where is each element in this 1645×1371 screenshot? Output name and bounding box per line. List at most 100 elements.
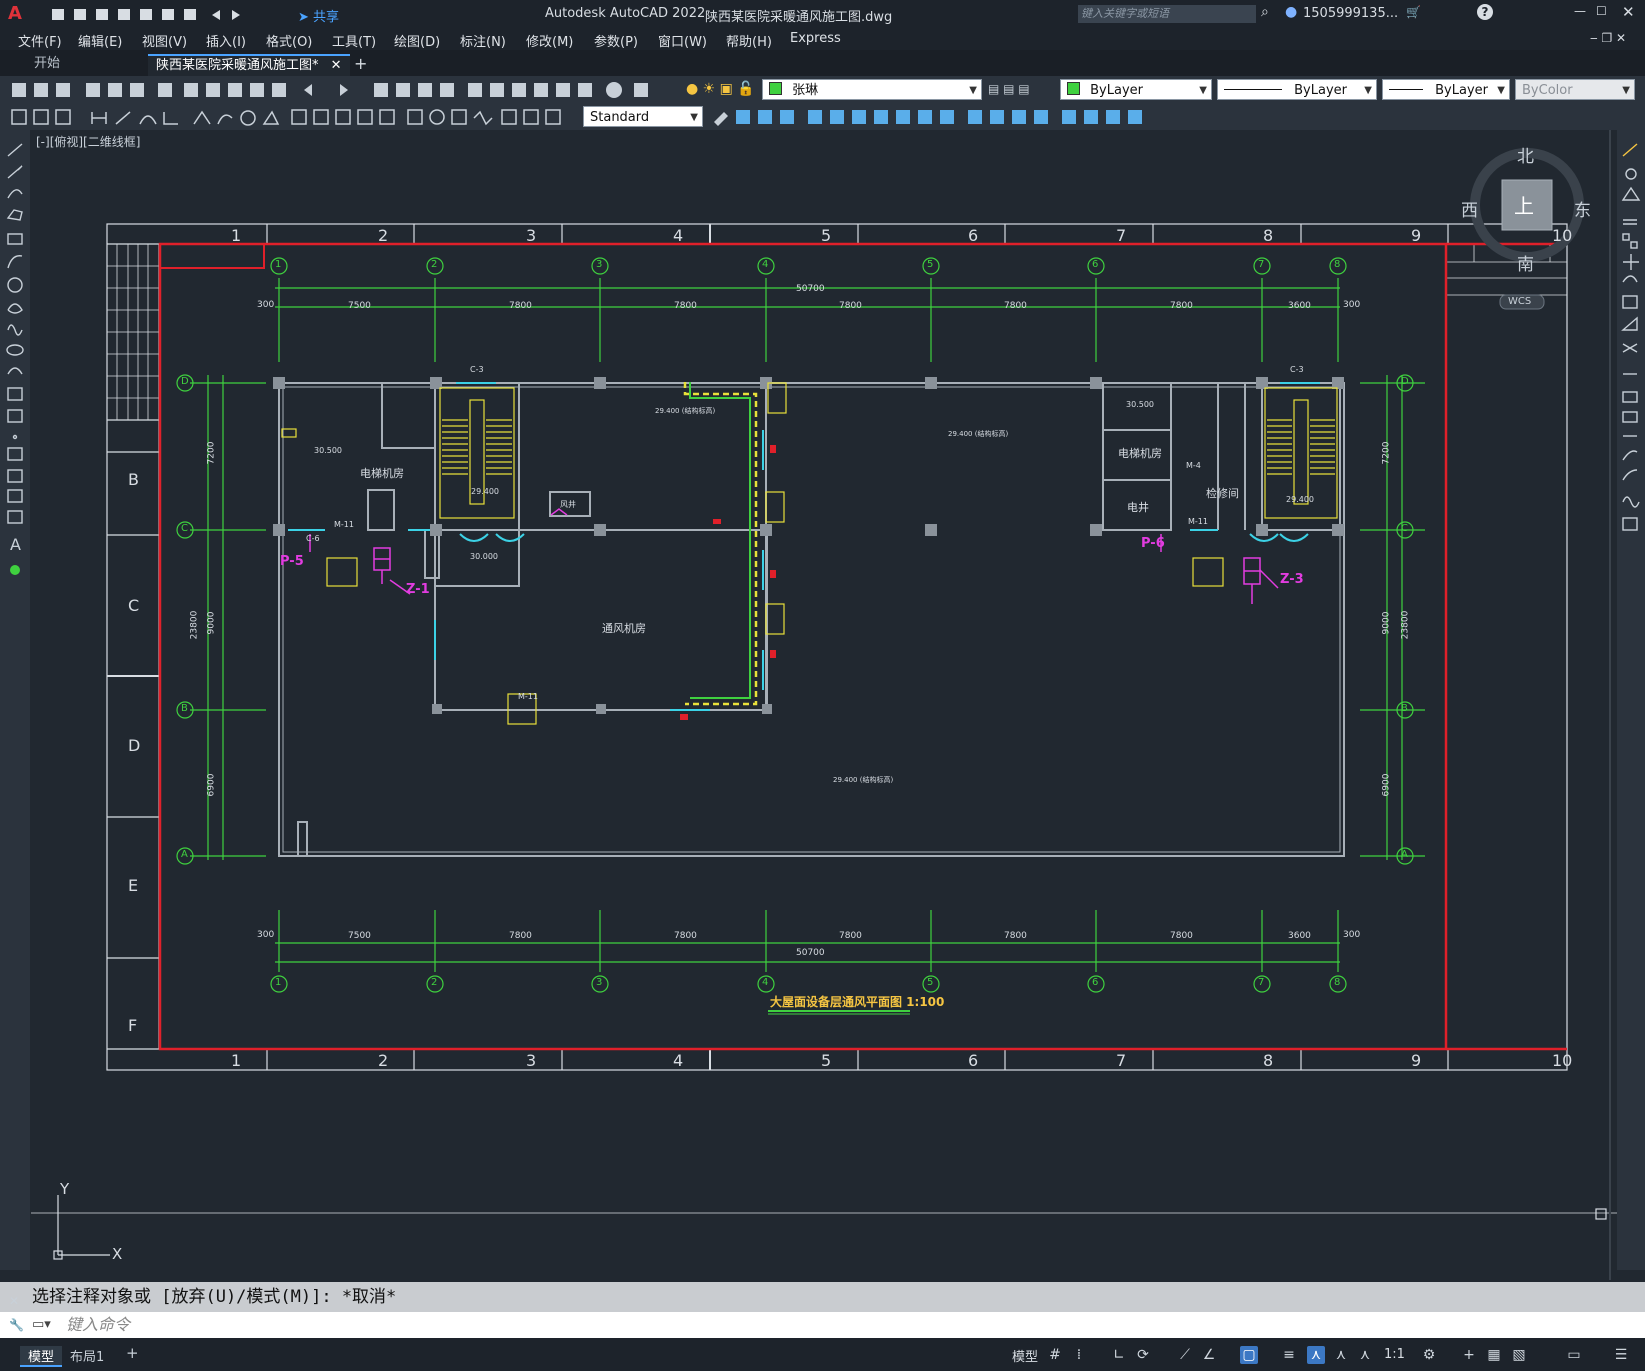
menu-draw[interactable]: 绘图(D) xyxy=(394,31,440,50)
cart-icon[interactable]: 🛒 xyxy=(1406,5,1421,19)
add-icon[interactable]: + xyxy=(1460,1346,1478,1364)
chevron-down-icon: ▼ xyxy=(1497,85,1505,96)
menu-edit[interactable]: 编辑(E) xyxy=(78,31,122,50)
plotstyle-select[interactable]: ByColor ▼ xyxy=(1515,79,1635,100)
dim-total-vertical: 23800 xyxy=(189,610,200,640)
user-name[interactable]: 1505999135... xyxy=(1303,6,1398,21)
close-command-icon[interactable]: ✕ xyxy=(9,1294,19,1308)
annotation-scale-value[interactable]: 1:1 xyxy=(1384,1347,1405,1362)
maximize-button[interactable]: ☐ xyxy=(1596,4,1607,18)
menu-modify[interactable]: 修改(M) xyxy=(526,31,573,50)
grid-icon[interactable]: # xyxy=(1046,1346,1064,1364)
viewcube-south[interactable]: 南 xyxy=(1517,250,1534,275)
snap-icon[interactable]: ⁞ xyxy=(1070,1346,1088,1364)
draw-tool-icons[interactable]: A xyxy=(0,130,30,580)
otrack-icon[interactable]: ▢ xyxy=(1240,1346,1258,1364)
drawing-viewport[interactable]: [-][俯视][二维线框] 1 2 3 4 5 6 7 8 9 10 1 2 3… xyxy=(30,130,1617,1280)
doc-window-controls[interactable]: ‒ ❐ ✕ xyxy=(1590,31,1626,45)
dimstyle-select[interactable]: Standard ▼ xyxy=(583,106,703,127)
room-label: 电梯机房 xyxy=(1118,447,1162,460)
tab-start[interactable]: 开始 xyxy=(26,54,68,74)
isolate-icon[interactable]: ▧ xyxy=(1510,1346,1528,1364)
layout-tab-model[interactable]: 模型 xyxy=(20,1346,63,1367)
menu-help[interactable]: 帮助(H) xyxy=(726,31,772,50)
minimize-button[interactable]: — xyxy=(1574,4,1586,18)
annotation-scale-icon[interactable]: ⋏ xyxy=(1356,1346,1374,1364)
dim-total: 50700 xyxy=(796,284,825,294)
annotation-visibility-icon[interactable]: ⋏ xyxy=(1307,1346,1325,1364)
menu-format[interactable]: 格式(O) xyxy=(266,31,312,50)
dim-value-vertical: 9000 xyxy=(1381,611,1392,635)
hardware-accel-icon[interactable]: ▦ xyxy=(1485,1346,1503,1364)
title-bar: A ➤ 共享 Autodesk AutoCAD 2022 陕西某医院采暖通风施工… xyxy=(0,0,1645,28)
dim-value: 7500 xyxy=(348,931,371,941)
help-icon[interactable]: ? xyxy=(1477,4,1493,20)
layout-tab-add[interactable]: + xyxy=(126,1344,139,1362)
menu-insert[interactable]: 插入(I) xyxy=(206,31,246,50)
elevation-label: 29.400 xyxy=(1286,495,1314,504)
viewcube-west[interactable]: 西 xyxy=(1461,196,1478,221)
autoscale-icon[interactable]: ⋏ xyxy=(1332,1346,1350,1364)
standard-toolbar-icons[interactable] xyxy=(8,76,678,104)
dimension-toolbar-icons[interactable] xyxy=(8,104,578,130)
user-icon[interactable]: ● xyxy=(1285,4,1297,20)
viewcube-top[interactable]: 上 xyxy=(1514,190,1534,219)
window-tag: C-3 xyxy=(470,365,484,374)
share-button[interactable]: ➤ 共享 xyxy=(298,6,339,25)
modify-tool-icons[interactable] xyxy=(1617,130,1645,550)
command-icon[interactable]: ▭▾ xyxy=(32,1312,51,1338)
osnap-icon[interactable]: ∠ xyxy=(1200,1346,1218,1364)
new-tab-button[interactable]: + xyxy=(346,54,375,74)
layout-tab-layout1[interactable]: 布局1 xyxy=(70,1346,104,1365)
axis-label: 8 xyxy=(1334,977,1341,988)
menu-view[interactable]: 视图(V) xyxy=(142,31,187,50)
customize-command-icon[interactable]: 🔧 xyxy=(9,1318,24,1332)
color-swatch xyxy=(1067,82,1080,95)
close-button[interactable]: ✕ xyxy=(1622,3,1635,21)
customize-menu-icon[interactable]: ☰ xyxy=(1612,1346,1630,1364)
tab-file[interactable]: 陕西某医院采暖通风施工图* ✕ xyxy=(148,54,350,76)
workspace-gear-icon[interactable]: ⚙ xyxy=(1420,1346,1438,1364)
axis-label: 4 xyxy=(762,977,769,988)
close-tab-icon[interactable]: ✕ xyxy=(331,58,342,73)
menu-express[interactable]: Express xyxy=(790,31,841,46)
menu-file[interactable]: 文件(F) xyxy=(18,31,62,50)
lineweight-select[interactable]: ByLayer ▼ xyxy=(1382,79,1510,100)
command-input[interactable]: 键入命令 xyxy=(66,1312,130,1338)
search-icon[interactable]: ⌕ xyxy=(1261,4,1269,20)
menu-parametric[interactable]: 参数(P) xyxy=(594,31,638,50)
room-label: 检修间 xyxy=(1206,487,1239,500)
clean-screen-icon[interactable]: ▭ xyxy=(1565,1346,1583,1364)
menu-tools[interactable]: 工具(T) xyxy=(332,31,376,50)
lineweight-icon[interactable]: ≡ xyxy=(1280,1346,1298,1364)
quick-access-toolbar[interactable] xyxy=(52,7,292,21)
wcs-menu[interactable]: WCS xyxy=(1508,296,1531,307)
menu-window[interactable]: 窗口(W) xyxy=(658,31,707,50)
model-space-toggle[interactable]: 模型 xyxy=(1012,1346,1038,1365)
viewcube-north[interactable]: 北 xyxy=(1517,142,1534,167)
dim-total: 50700 xyxy=(796,948,825,958)
ucs-icon xyxy=(31,1195,1617,1260)
structural-columns xyxy=(273,377,1344,714)
polar-icon[interactable]: ⟳ xyxy=(1134,1346,1152,1364)
linetype-select[interactable]: ByLayer ▼ xyxy=(1217,79,1377,100)
menu-dimension[interactable]: 标注(N) xyxy=(460,31,506,50)
layer-select[interactable]: 张琳 ▼ xyxy=(762,79,982,100)
layer-tools-icons[interactable]: ▤ ▤ ▤ xyxy=(988,82,1048,98)
axis-label: 7 xyxy=(1258,259,1265,270)
ortho-icon[interactable]: ∟ xyxy=(1110,1346,1128,1364)
chevron-down-icon: ▼ xyxy=(1364,85,1372,96)
search-input[interactable]: 键入关键字或短语 xyxy=(1078,5,1256,23)
color-select[interactable]: ByLayer ▼ xyxy=(1060,79,1212,100)
axis-label: 4 xyxy=(762,259,769,270)
layer-name: 张琳 xyxy=(792,83,819,98)
command-line[interactable]: ▭▾ 键入命令 xyxy=(0,1312,1645,1338)
modify-toolbar-icons[interactable] xyxy=(710,104,1230,130)
isodraft-icon[interactable]: ⟋ xyxy=(1176,1346,1194,1364)
frame-col-label: 7 xyxy=(1116,226,1127,245)
frame-col-label: 4 xyxy=(673,226,684,245)
app-logo[interactable]: A xyxy=(8,3,22,24)
viewcube-east[interactable]: 东 xyxy=(1574,196,1591,221)
layer-state-icons[interactable]: ● ☀ ▣ 🔓 xyxy=(686,81,766,99)
dim-value: 3600 xyxy=(1288,931,1311,941)
